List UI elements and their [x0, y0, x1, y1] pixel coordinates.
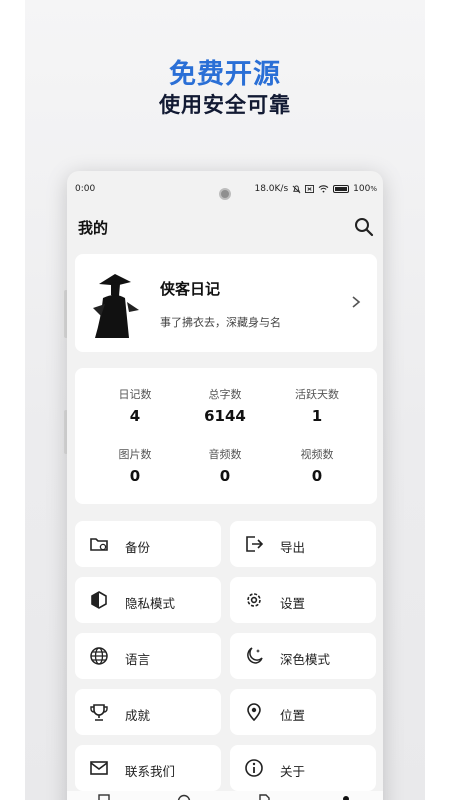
- menu-item-backup[interactable]: 备份: [75, 521, 221, 567]
- promo-subheadline: 使用安全可靠: [159, 93, 291, 117]
- status-battery-level: 100%: [353, 184, 377, 194]
- stat-audio-count: 音频数 0: [175, 446, 275, 485]
- bottom-nav: [67, 791, 383, 800]
- stat-value: 1: [311, 407, 323, 425]
- status-time: 0:00: [75, 184, 96, 194]
- menu-item-label: 导出: [280, 540, 306, 555]
- stat-value: 0: [219, 467, 231, 485]
- menu-item-label: 成就: [125, 708, 151, 723]
- menu-item-achievements[interactable]: 成就: [75, 689, 221, 735]
- menu-item-language[interactable]: 语言: [75, 633, 221, 679]
- menu-item-label: 语言: [125, 652, 151, 667]
- privacy-icon: [91, 591, 107, 609]
- stat-active-days: 活跃天数 1: [267, 386, 367, 425]
- avatar: [93, 274, 139, 338]
- menu-item-export[interactable]: 导出: [230, 521, 376, 567]
- profile-motto: 事了拂衣去，深藏身与名: [160, 316, 281, 329]
- search-icon[interactable]: [354, 217, 374, 237]
- stats-card: 日记数 4 总字数 6144 活跃天数 1 图片数 0 音频数 0 视频数 0: [75, 368, 377, 504]
- menu-item-label: 联系我们: [125, 764, 176, 779]
- page-title: 我的: [78, 219, 109, 237]
- menu-item-about[interactable]: 关于: [230, 745, 376, 791]
- info-icon: [245, 759, 263, 777]
- menu-item-privacy-mode[interactable]: 隐私模式: [75, 577, 221, 623]
- menu-item-settings[interactable]: 设置: [230, 577, 376, 623]
- battery-icon: [333, 185, 350, 193]
- wifi-icon: [318, 185, 329, 193]
- menu-item-label: 备份: [125, 540, 151, 555]
- moon-icon: [247, 647, 263, 664]
- mute-icon: [292, 184, 301, 193]
- stat-value: 6144: [204, 407, 246, 425]
- phone-screen: 0:00 18.0K/s 100% 我的 侠客日记 事了拂衣去，深藏身与名 日记…: [67, 171, 383, 800]
- menu-item-dark-mode[interactable]: 深色模式: [230, 633, 376, 679]
- nav-notes-icon[interactable]: [257, 794, 271, 800]
- stat-label: 视频数: [300, 448, 334, 461]
- profile-name: 侠客日记: [160, 280, 221, 298]
- stat-word-count: 总字数 6144: [175, 386, 275, 425]
- nav-profile-icon[interactable]: [339, 794, 353, 800]
- folder-sync-icon: [90, 538, 108, 551]
- sim-icon: [305, 185, 315, 193]
- trophy-icon: [90, 704, 108, 721]
- menu-item-label: 深色模式: [280, 652, 331, 667]
- globe-icon: [90, 647, 108, 665]
- nav-calendar-icon[interactable]: [177, 794, 191, 800]
- status-net-speed: 18.0K/s: [254, 184, 289, 194]
- menu-item-label: 位置: [280, 708, 306, 723]
- stat-image-count: 图片数 0: [85, 446, 185, 485]
- stat-label: 音频数: [208, 448, 242, 461]
- stat-video-count: 视频数 0: [267, 446, 367, 485]
- stat-label: 图片数: [118, 448, 152, 461]
- front-camera: [219, 188, 231, 200]
- profile-card[interactable]: 侠客日记 事了拂衣去，深藏身与名: [75, 254, 377, 352]
- menu-item-label: 设置: [280, 596, 306, 611]
- stat-label: 活跃天数: [295, 388, 339, 401]
- gear-icon: [247, 593, 261, 607]
- menu-item-label: 关于: [280, 764, 306, 779]
- location-pin-icon: [247, 703, 261, 722]
- stat-label: 日记数: [118, 388, 152, 401]
- export-icon: [246, 536, 264, 552]
- menu-item-location[interactable]: 位置: [230, 689, 376, 735]
- stat-diary-count: 日记数 4: [85, 386, 185, 425]
- stat-value: 0: [129, 467, 141, 485]
- chevron-right-icon: [352, 296, 361, 308]
- stat-value: 0: [311, 467, 323, 485]
- nav-diary-icon[interactable]: [97, 794, 111, 800]
- menu-item-contact-us[interactable]: 联系我们: [75, 745, 221, 791]
- menu-item-label: 隐私模式: [125, 596, 176, 611]
- promo-headline: 免费开源: [169, 59, 281, 90]
- stat-label: 总字数: [208, 388, 242, 401]
- mail-icon: [90, 761, 108, 775]
- stat-value: 4: [129, 407, 141, 425]
- status-bar: 0:00 18.0K/s 100%: [67, 181, 383, 200]
